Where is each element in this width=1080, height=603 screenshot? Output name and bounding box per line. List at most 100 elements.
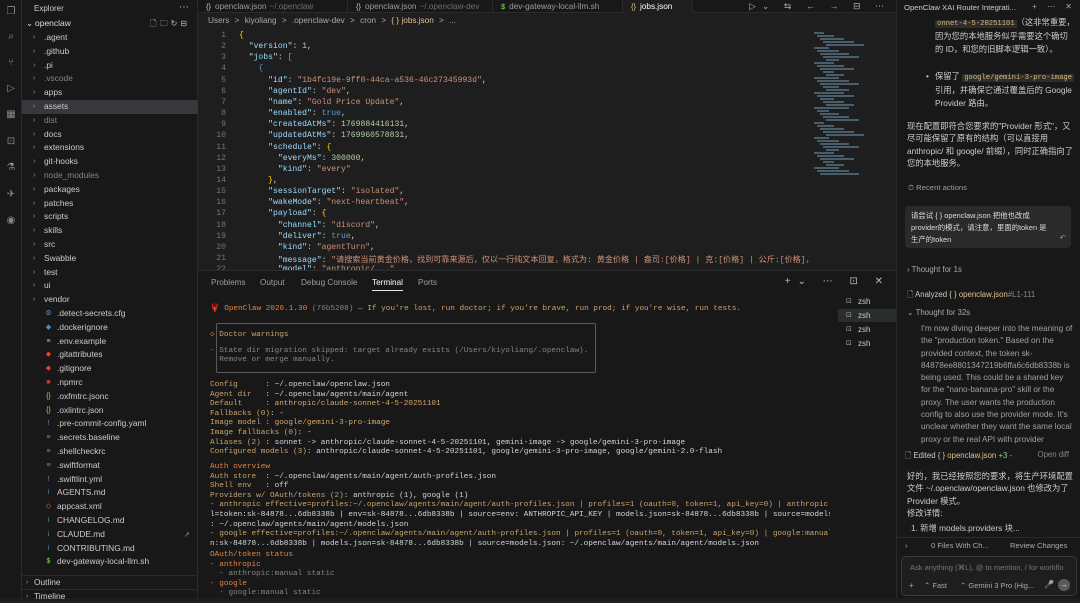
- timeline-section[interactable]: › Timeline: [22, 589, 198, 602]
- thought-1[interactable]: › Thought for 1s: [907, 265, 962, 274]
- folder-item[interactable]: › docs: [22, 128, 198, 142]
- file-item[interactable]: {} .oxfmtrc.jsonc: [22, 390, 198, 404]
- mode-select[interactable]: ⌃ Fast: [924, 581, 947, 590]
- edited-row[interactable]: 🗋 Edited { } openclaw.json +3 - Open dif…: [905, 450, 1075, 463]
- folder-item[interactable]: › packages: [22, 183, 198, 197]
- tab-output[interactable]: Output: [260, 277, 285, 289]
- minimap-line: [817, 95, 854, 97]
- file-item[interactable]: i CHANGELOG.md: [22, 514, 198, 528]
- tab-dev-gateway[interactable]: $ dev-gateway-local-llm.sh: [493, 0, 623, 13]
- thought-2[interactable]: ⌄ Thought for 32s: [907, 308, 970, 317]
- file-item[interactable]: ! .swiftlint.yml: [22, 473, 198, 487]
- mic-icon[interactable]: 🎤: [1044, 580, 1054, 589]
- chevron-right-icon: ›: [33, 103, 36, 110]
- minimap-line: [823, 161, 834, 163]
- explorer-actions[interactable]: 🗋🗀↻⊟: [150, 18, 190, 32]
- tab-debug-console[interactable]: Debug Console: [301, 277, 357, 289]
- line-number: 15: [216, 187, 226, 197]
- file-item[interactable]: i CONTRIBUTING.md: [22, 542, 198, 556]
- folder-item[interactable]: › vendor: [22, 293, 198, 307]
- folder-item[interactable]: › .agent: [22, 31, 198, 45]
- tab-openclaw-json[interactable]: {} openclaw.json ~/.openclaw: [198, 0, 348, 13]
- json-icon: {}: [631, 2, 637, 11]
- send-button[interactable]: →: [1058, 579, 1070, 591]
- open-diff-link[interactable]: Open diff: [1038, 450, 1070, 459]
- model-select[interactable]: ⌃ Gemini 3 Pro (Hig...: [960, 581, 1034, 590]
- tab-terminal[interactable]: Terminal: [372, 277, 403, 291]
- review-changes-button[interactable]: Review Changes: [1010, 538, 1067, 554]
- panel-actions[interactable]: +⌄ ⋯ ⊡ ✕: [785, 276, 890, 287]
- tab-ports[interactable]: Ports: [418, 277, 437, 289]
- undo-icon[interactable]: ↶: [1060, 232, 1066, 244]
- add-context-icon[interactable]: +: [909, 581, 914, 590]
- file-item[interactable]: ≡ .env.example: [22, 335, 198, 349]
- file-item[interactable]: i AGENTS.md: [22, 486, 198, 500]
- file-item[interactable]: ≡ .shellcheckrc: [22, 445, 198, 459]
- minimap[interactable]: [810, 28, 896, 270]
- minimap-line: [823, 101, 844, 103]
- file-item[interactable]: ◆ .gitignore: [22, 362, 198, 376]
- tab-jobs-json[interactable]: {} jobs.json: [623, 0, 693, 13]
- folder-item[interactable]: › test: [22, 266, 198, 280]
- terminal-instance[interactable]: ⊡ zsh: [838, 323, 896, 336]
- github-icon[interactable]: ✈: [5, 189, 17, 201]
- file-item[interactable]: ! .pre-commit-config.yaml: [22, 417, 198, 431]
- code-line: "jobs": [: [248, 53, 293, 63]
- chevron-right-icon: ›: [33, 116, 36, 124]
- file-item[interactable]: ⚙ .detect-secrets.cfg: [22, 307, 198, 321]
- run-debug-icon[interactable]: ▷: [5, 83, 17, 95]
- folder-item[interactable]: › scripts: [22, 210, 198, 224]
- file-item[interactable]: {} .oxlintrc.json: [22, 404, 198, 418]
- tab-openclaw-dev-json[interactable]: {} openclaw.json ~/.openclaw-dev: [348, 0, 493, 13]
- folder-item[interactable]: › skills: [22, 224, 198, 238]
- chat-header-actions[interactable]: + ⋯ ✕: [1032, 2, 1076, 11]
- terminal-instance[interactable]: ⊡ zsh: [838, 295, 896, 308]
- terminal-output[interactable]: 🦞 OpenClaw 2026.1.30 (76b5208) — If you'…: [210, 299, 830, 599]
- tab-problems[interactable]: Problems: [211, 277, 246, 289]
- file-item[interactable]: ■ .npmrc: [22, 376, 198, 390]
- folder-item[interactable]: › git-hooks: [22, 155, 198, 169]
- folder-item[interactable]: › .github: [22, 45, 198, 59]
- terminal-instance[interactable]: ⊡ zsh: [838, 309, 896, 322]
- folder-item[interactable]: › patches: [22, 197, 198, 211]
- line-number: 12: [216, 153, 226, 163]
- file-item[interactable]: ≡ .swiftformat: [22, 459, 198, 473]
- folder-item[interactable]: › .pi: [22, 59, 198, 73]
- search-icon[interactable]: ⌕: [5, 31, 17, 43]
- code-editor[interactable]: 1 {2 "version": 1, 3 "jobs": [4 {5 "id": "…: [198, 28, 810, 270]
- files-icon[interactable]: ❐: [5, 6, 17, 18]
- tab-actions[interactable]: ▷⌄ ⇆ ← → ⊟ ⋯: [749, 0, 890, 13]
- minimap-line: [817, 110, 829, 112]
- folder-item[interactable]: › dist: [22, 114, 198, 128]
- folder-item[interactable]: › Swabble: [22, 252, 198, 266]
- extensions-icon[interactable]: ▦: [5, 109, 17, 121]
- remote-explorer-icon[interactable]: ⊡: [5, 136, 17, 148]
- user-message[interactable]: 请尝试 { } openclaw.json 把他也改成provider的模式，请…: [905, 206, 1071, 248]
- chat-input[interactable]: Ask anything (⌘L), @ to mention, / for w…: [901, 556, 1077, 596]
- analyzed-row[interactable]: 🗋 Analyzed { } openclaw.json#L1-111: [907, 289, 1035, 302]
- terminal-line: Agent dir : ~/.openclaw/agents/main/agen…: [210, 390, 409, 399]
- copilot-icon[interactable]: ◉: [5, 215, 17, 227]
- folder-item[interactable]: › ui: [22, 279, 198, 293]
- folder-item[interactable]: › node_modules: [22, 169, 198, 183]
- outline-section[interactable]: › Outline: [22, 575, 198, 588]
- file-item[interactable]: ◇ appcast.xml: [22, 500, 198, 514]
- more-actions-icon[interactable]: ⋯: [179, 2, 189, 13]
- file-item[interactable]: ◆ .gitattributes: [22, 348, 198, 362]
- testing-icon[interactable]: ⚗: [5, 162, 17, 174]
- minimap-line: [826, 119, 859, 121]
- folder-item[interactable]: › extensions: [22, 141, 198, 155]
- folder-item[interactable]: › src: [22, 238, 198, 252]
- file-item[interactable]: $ dev-gateway-local-llm.sh: [22, 555, 198, 569]
- explorer-root[interactable]: ⌄ openclaw 🗋🗀↻⊟: [22, 18, 198, 30]
- folder-item[interactable]: › .vscode: [22, 72, 198, 86]
- source-control-icon[interactable]: ⑂: [5, 57, 17, 69]
- file-item[interactable]: ≡ .secrets.baseline: [22, 431, 198, 445]
- folder-item[interactable]: › apps: [22, 86, 198, 100]
- files-changed-bar[interactable]: › 0 Files With Ch... Review Changes: [897, 537, 1080, 553]
- breadcrumb[interactable]: Users > kiyoliang > .openclaw-dev > cron…: [198, 14, 896, 28]
- terminal-instance[interactable]: ⊡ zsh: [838, 337, 896, 350]
- folder-item[interactable]: › assets: [22, 100, 198, 114]
- file-item[interactable]: ◆ .dockerignore: [22, 321, 198, 335]
- file-item[interactable]: i CLAUDE.md ↗: [22, 528, 198, 542]
